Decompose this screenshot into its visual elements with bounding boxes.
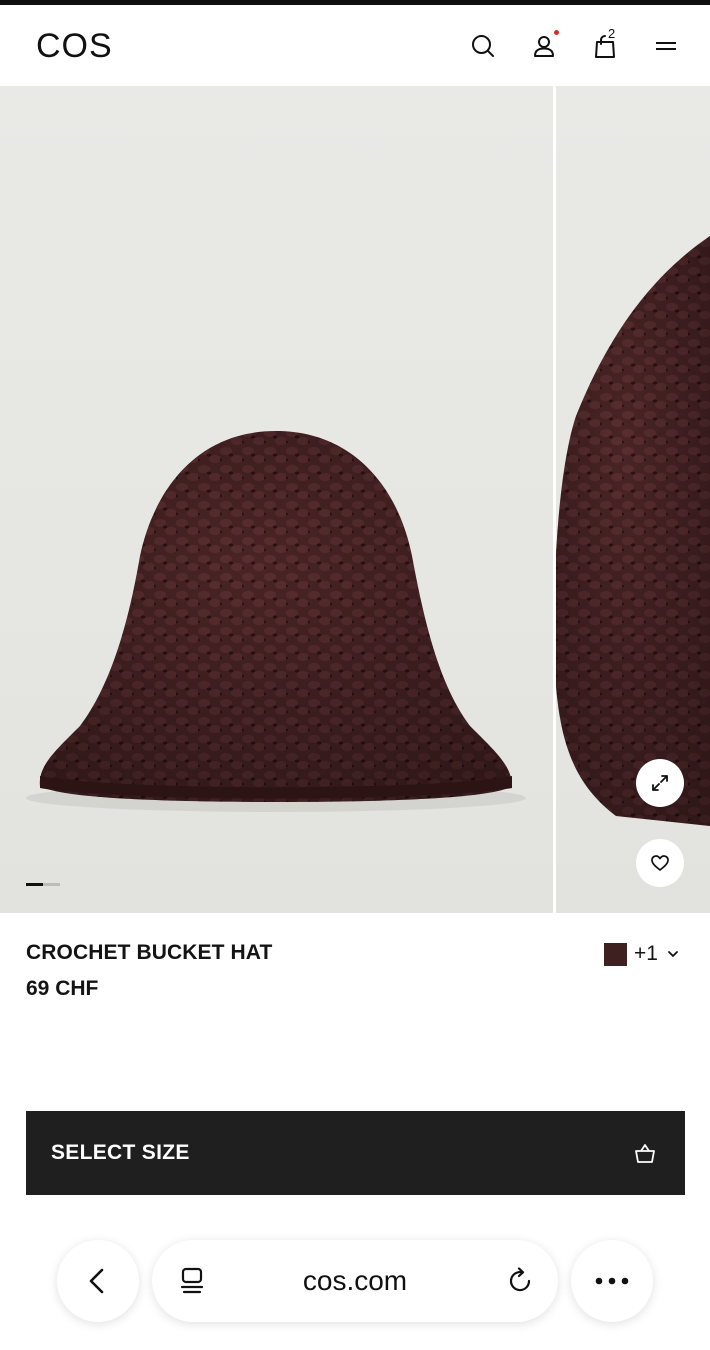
- gallery-progress-indicator: [26, 883, 60, 886]
- menu-button[interactable]: [651, 31, 681, 61]
- product-image-next[interactable]: [556, 86, 710, 913]
- more-icon: [595, 1277, 629, 1285]
- product-price: 69 CHF: [26, 977, 99, 1000]
- browser-more-button[interactable]: [571, 1240, 653, 1322]
- heart-icon: [651, 855, 669, 871]
- wishlist-button[interactable]: [636, 839, 684, 887]
- browser-address-bar[interactable]: cos.com: [152, 1240, 558, 1322]
- expand-icon: [652, 775, 668, 791]
- select-size-button[interactable]: SELECT SIZE: [26, 1111, 685, 1195]
- crochet-hat-image: [26, 431, 526, 812]
- more-colors-count: +1: [634, 942, 658, 965]
- color-selector[interactable]: +1: [604, 940, 680, 968]
- product-image-gallery[interactable]: [0, 86, 710, 913]
- basket-icon: [635, 1144, 655, 1163]
- select-size-label: SELECT SIZE: [51, 1141, 190, 1164]
- url-text[interactable]: cos.com: [152, 1265, 558, 1297]
- account-button[interactable]: [529, 30, 559, 61]
- crochet-hat-image-partial: [556, 236, 710, 826]
- product-image-main[interactable]: [0, 86, 553, 913]
- bag-count-badge: 2: [608, 26, 616, 41]
- gallery-progress-fill: [26, 883, 43, 886]
- notification-dot: [554, 30, 559, 35]
- browser-back-button[interactable]: [57, 1240, 139, 1322]
- chevron-down-icon: [668, 951, 678, 957]
- expand-image-button[interactable]: [636, 759, 684, 807]
- chevron-left-icon: [89, 1268, 104, 1294]
- product-name: CROCHET BUCKET HAT: [26, 941, 273, 964]
- reload-button[interactable]: [503, 1264, 537, 1298]
- account-icon: [534, 36, 554, 57]
- search-icon: [472, 35, 494, 57]
- bag-button[interactable]: 2: [590, 26, 620, 61]
- color-swatch[interactable]: [604, 942, 627, 966]
- menu-icon: [656, 42, 676, 50]
- search-button[interactable]: [468, 31, 498, 61]
- cos-logo[interactable]: COS: [36, 27, 113, 66]
- reload-icon: [509, 1267, 531, 1292]
- site-header: COS 2: [0, 5, 710, 86]
